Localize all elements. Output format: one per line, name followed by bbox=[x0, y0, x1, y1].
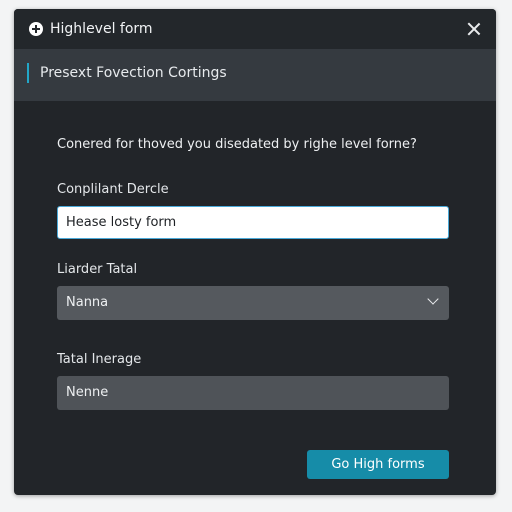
form-question: Conered for thoved you disedated by righ… bbox=[57, 137, 417, 152]
section-header-title: Presext Fovection Cortings bbox=[40, 65, 227, 81]
total-inerage-field[interactable]: Nenne bbox=[57, 376, 449, 410]
window-title: Highlevel form bbox=[50, 21, 153, 37]
compliant-text-input[interactable] bbox=[57, 206, 449, 239]
dialog-window: Highlevel form Presext Fovection Corting… bbox=[14, 9, 496, 495]
field-label-leader-total: Liarder Tatal bbox=[57, 262, 138, 277]
title-bar: Highlevel form bbox=[14, 9, 496, 49]
chevron-down-icon bbox=[427, 293, 439, 305]
go-high-forms-button[interactable]: Go High forms bbox=[307, 450, 449, 479]
header-accent-bar bbox=[27, 63, 29, 83]
field-label-compliant: Conplilant Dercle bbox=[57, 182, 169, 197]
close-icon[interactable] bbox=[465, 20, 483, 38]
plus-circle-icon bbox=[29, 22, 43, 36]
field-label-total-inerage: Tatal Inerage bbox=[57, 352, 142, 367]
total-inerage-value: Nenne bbox=[66, 385, 109, 400]
leader-total-select[interactable]: Nanna bbox=[57, 286, 449, 320]
select-selected-value: Nanna bbox=[66, 295, 109, 310]
section-header: Presext Fovection Cortings bbox=[14, 49, 496, 101]
